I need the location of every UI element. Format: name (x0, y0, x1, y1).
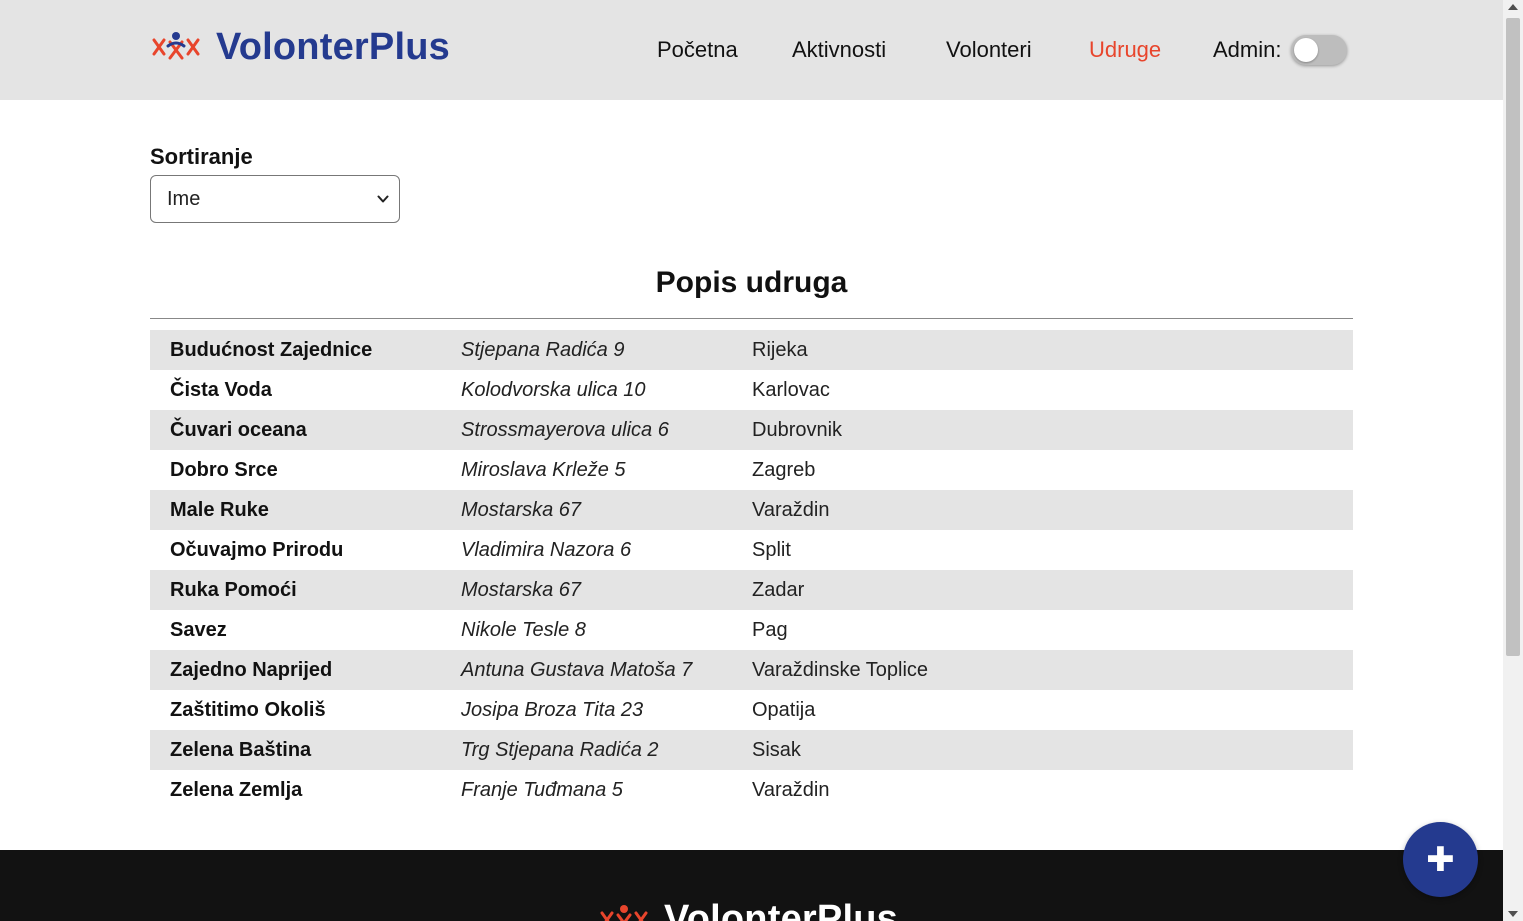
list-item[interactable]: Ruka Pomoći Mostarska 67 Zadar (150, 570, 1353, 610)
org-name: Čuvari oceana (170, 419, 307, 441)
footer-logo: VolonterPlus (598, 898, 898, 921)
org-address: Mostarska 67 (461, 579, 582, 601)
org-city: Karlovac (752, 379, 830, 401)
brand-logo[interactable]: VolonterPlus (150, 24, 450, 70)
org-address: Nikole Tesle 8 (461, 619, 586, 641)
org-address: Josipa Broza Tita 23 (461, 699, 644, 721)
org-name: Zelena Zemlja (170, 779, 303, 801)
org-name: Očuvajmo Prirodu (170, 539, 344, 561)
sort-selected-value: Ime (167, 188, 201, 210)
org-city: Zadar (752, 579, 805, 601)
org-city: Varaždinske Toplice (752, 659, 929, 681)
org-name: Čista Voda (170, 379, 272, 401)
org-address: Vladimira Nazora 6 (461, 539, 632, 561)
org-city: Pag (752, 619, 788, 641)
org-city: Dubrovnik (752, 419, 843, 441)
org-address: Strossmayerova ulica 6 (461, 419, 669, 441)
add-organization-button[interactable]: ✚ (1403, 822, 1478, 897)
list-item[interactable]: Čista Voda Kolodvorska ulica 10 Karlovac (150, 370, 1353, 410)
list-item[interactable]: Budućnost Zajednice Stjepana Radića 9 Ri… (150, 330, 1353, 370)
admin-label: Admin: (1213, 37, 1282, 62)
org-city: Opatija (752, 699, 816, 721)
admin-toggle[interactable] (1291, 35, 1348, 65)
list-item[interactable]: Zelena Baština Trg Stjepana Radića 2 Sis… (150, 730, 1353, 770)
list-title: Popis udruga (655, 266, 848, 299)
list-item[interactable]: Čuvari oceana Strossmayerova ulica 6 Dub… (150, 410, 1353, 450)
org-name: Zelena Baština (170, 739, 312, 761)
chevron-down-icon (377, 195, 389, 203)
page-scrollbar[interactable] (1503, 0, 1523, 921)
scroll-up-arrow-icon[interactable] (1508, 4, 1518, 10)
sort-label: Sortiranje (150, 144, 253, 169)
org-address: Franje Tuđmana 5 (461, 779, 623, 801)
nav-item-pocetna[interactable]: Početna (657, 30, 738, 70)
org-name: Male Ruke (170, 499, 269, 521)
org-name: Budućnost Zajednice (170, 339, 373, 361)
list-item[interactable]: Savez Nikole Tesle 8 Pag (150, 610, 1353, 650)
list-item[interactable]: Zelena Zemlja Franje Tuđmana 5 Varaždin (150, 770, 1353, 810)
list-item[interactable]: Male Ruke Mostarska 67 Varaždin (150, 490, 1353, 530)
org-address: Trg Stjepana Radića 2 (461, 739, 659, 761)
org-name: Dobro Srce (170, 459, 278, 481)
list-divider (150, 318, 1353, 319)
sort-select[interactable]: Ime (150, 175, 400, 223)
volunteer-logo-icon (600, 904, 648, 921)
site-footer: VolonterPlus (0, 850, 1503, 921)
volunteer-logo-icon (152, 32, 200, 60)
scrollbar-thumb[interactable] (1506, 18, 1520, 656)
scroll-down-arrow-icon[interactable] (1508, 911, 1518, 917)
brand-name: VolonterPlus (216, 25, 450, 68)
org-address: Antuna Gustava Matoša 7 (461, 659, 693, 681)
plus-icon: ✚ (1426, 840, 1455, 879)
org-address: Miroslava Krleže 5 (461, 459, 626, 481)
list-item[interactable]: Zajedno Naprijed Antuna Gustava Matoša 7… (150, 650, 1353, 690)
org-address: Mostarska 67 (461, 499, 582, 521)
org-name: Zajedno Naprijed (170, 659, 333, 681)
org-city: Varaždin (752, 499, 830, 521)
organization-list: Budućnost Zajednice Stjepana Radića 9 Ri… (150, 330, 1353, 810)
admin-switch-group: Admin: (1213, 30, 1348, 70)
nav-item-volonteri[interactable]: Volonteri (946, 30, 1032, 70)
page: VolonterPlus Početna Aktivnosti Volonter… (0, 0, 1503, 921)
list-item[interactable]: Očuvajmo Prirodu Vladimira Nazora 6 Spli… (150, 530, 1353, 570)
admin-toggle-knob (1294, 38, 1319, 62)
org-city: Varaždin (752, 779, 830, 801)
list-item[interactable]: Zaštitimo Okoliš Josipa Broza Tita 23 Op… (150, 690, 1353, 730)
footer-brand-name: VolonterPlus (664, 898, 898, 921)
list-item[interactable]: Dobro Srce Miroslava Krleže 5 Zagreb (150, 450, 1353, 490)
org-city: Zagreb (752, 459, 816, 481)
site-header: VolonterPlus Početna Aktivnosti Volonter… (0, 0, 1503, 100)
org-name: Savez (170, 619, 227, 641)
org-name: Ruka Pomoći (170, 579, 297, 601)
nav-item-udruge[interactable]: Udruge (1089, 30, 1161, 70)
org-city: Sisak (752, 739, 801, 761)
org-address: Stjepana Radića 9 (461, 339, 625, 361)
nav-item-aktivnosti[interactable]: Aktivnosti (792, 30, 886, 70)
org-address: Kolodvorska ulica 10 (461, 379, 646, 401)
org-city: Split (752, 539, 791, 561)
org-city: Rijeka (752, 339, 808, 361)
org-name: Zaštitimo Okoliš (170, 699, 326, 721)
